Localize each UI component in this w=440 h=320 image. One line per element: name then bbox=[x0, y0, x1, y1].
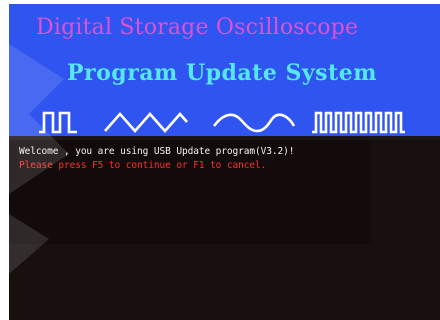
pulse-train-icon bbox=[312, 111, 405, 134]
update-instruction: Please press F5 to continue or F1 to can… bbox=[19, 160, 267, 171]
waveform-strip bbox=[39, 111, 405, 134]
welcome-message: Welcome , you are using USB Update progr… bbox=[19, 146, 295, 157]
triangle-wave-icon bbox=[104, 112, 188, 133]
oscilloscope-screen: Digital Storage Oscilloscope Program Upd… bbox=[9, 4, 440, 320]
message-panel: Welcome , you are using USB Update progr… bbox=[9, 140, 371, 244]
sine-wave-icon bbox=[212, 113, 296, 133]
square-wave-icon bbox=[39, 111, 77, 134]
update-console: Welcome , you are using USB Update progr… bbox=[9, 140, 440, 320]
device-title: Digital Storage Oscilloscope bbox=[36, 15, 359, 40]
update-banner: Digital Storage Oscilloscope Program Upd… bbox=[9, 4, 440, 136]
system-title: Program Update System bbox=[67, 60, 377, 86]
